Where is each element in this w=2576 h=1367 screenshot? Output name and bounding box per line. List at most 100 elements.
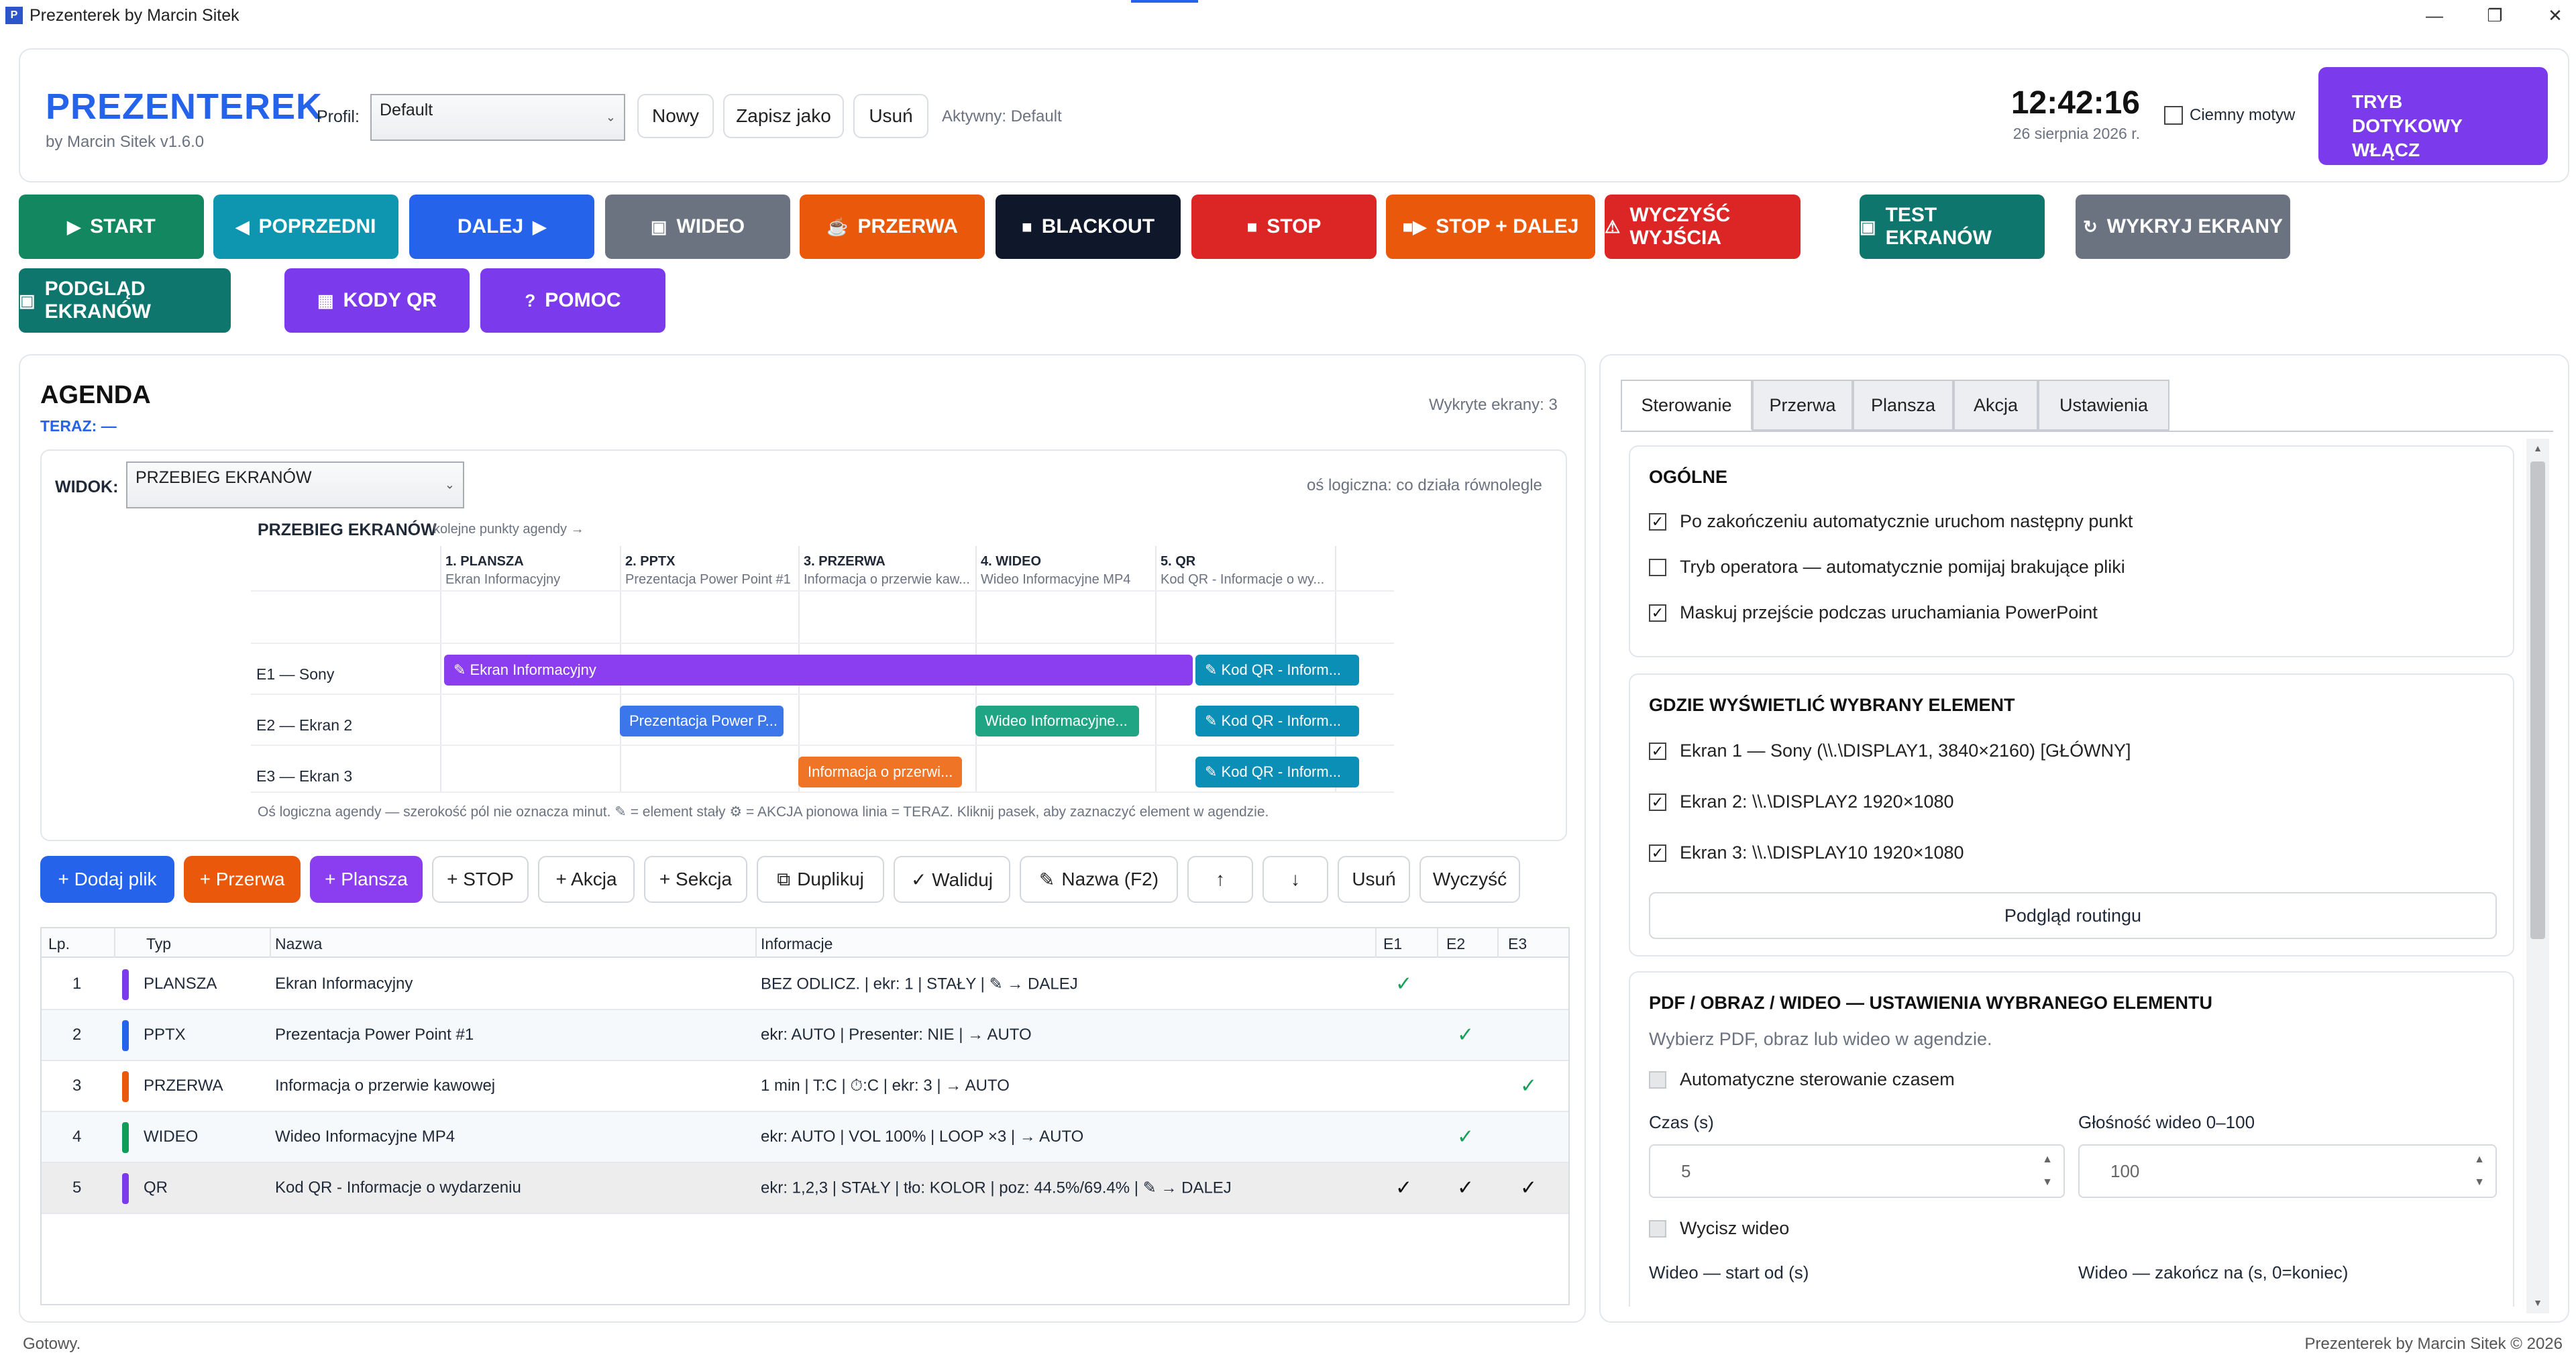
stop-button[interactable]: ■ STOP <box>1191 195 1377 259</box>
table-row[interactable]: 3 PRZERWA Informacja o przerwie kawowej 1 m… <box>42 1061 1568 1112</box>
option-operator-mode-checkbox[interactable] <box>1649 558 1666 576</box>
media-hint: Wybierz PDF, obraz lub wideo w agendzie. <box>1649 1029 1992 1049</box>
video-button[interactable]: ▣ WIDEO <box>605 195 790 259</box>
screen-3-option[interactable]: ✓ Ekran 3: \\.\DISPLAY10 1920×1080 <box>1649 842 1964 863</box>
add-stop-button[interactable]: + STOP <box>432 856 529 903</box>
stop-next-icon: ■▶ <box>1402 216 1427 237</box>
profile-select[interactable]: Default ⌄ <box>370 94 625 141</box>
timeline-bar-e2-qr[interactable]: ✎ Kod QR - Inform... <box>1195 706 1359 736</box>
warning-icon: ⚠ <box>1605 216 1621 237</box>
auto-time-checkbox[interactable] <box>1649 1071 1666 1089</box>
screen-2-checkbox[interactable]: ✓ <box>1649 793 1666 811</box>
stepper-up-icon[interactable]: ▲ <box>2042 1150 2053 1170</box>
stepper-down-icon[interactable]: ▼ <box>2474 1172 2485 1193</box>
start-button[interactable]: ▶ START <box>19 195 204 259</box>
clear-outputs-button[interactable]: ⚠ WYCZYŚĆ WYJŚCIA <box>1605 195 1801 259</box>
time-input[interactable]: 5 ▲ ▼ <box>1649 1144 2065 1198</box>
validate-button[interactable]: ✓ Waliduj <box>894 856 1010 903</box>
detect-screens-button[interactable]: ↻ WYKRYJ EKRANY <box>2076 195 2290 259</box>
scroll-down-icon[interactable]: ▼ <box>2526 1297 2549 1311</box>
screens-preview-button[interactable]: ▣ PODGLĄD EKRANÓW <box>19 268 231 333</box>
copy-icon: ⧉ <box>777 868 791 889</box>
duplicate-button[interactable]: ⧉ Duplikuj <box>757 856 884 903</box>
add-break-button[interactable]: + Przerwa <box>184 856 301 903</box>
break-button[interactable]: ☕ PRZERWA <box>800 195 985 259</box>
test-screens-button[interactable]: ▣ TEST EKRANÓW <box>1860 195 2045 259</box>
table-row[interactable]: 1 PLANSZA Ekran Informacyjny BEZ ODLICZ. | … <box>42 959 1568 1010</box>
back-icon: ◀ <box>235 216 250 237</box>
add-action-button[interactable]: + Akcja <box>538 856 635 903</box>
new-profile-button[interactable]: Nowy <box>637 94 714 138</box>
previous-button[interactable]: ◀ POPRZEDNI <box>213 195 398 259</box>
tab-przerwa[interactable]: Przerwa <box>1752 380 1853 431</box>
add-board-button[interactable]: + Plansza <box>310 856 423 903</box>
option-mask-transition[interactable]: ✓ Maskuj przejście podczas uruchamiania … <box>1649 602 2098 623</box>
stop-next-button[interactable]: ■▶ STOP + DALEJ <box>1386 195 1595 259</box>
table-row[interactable]: 2 PPTX Prezentacja Power Point #1 ekr: AUTO… <box>42 1010 1568 1061</box>
option-auto-next-checkbox[interactable]: ✓ <box>1649 512 1666 531</box>
clear-button[interactable]: Wyczyść <box>1419 856 1520 903</box>
tab-bar: Sterowanie Przerwa Plansza Akcja Ustawie… <box>1621 380 2553 432</box>
qr-codes-button[interactable]: ▦ KODY QR <box>284 268 470 333</box>
option-operator-mode[interactable]: Tryb operatora — automatycznie pomijaj b… <box>1649 557 2125 578</box>
timeline-bar-e3-break[interactable]: Informacja o przerwi... <box>798 757 962 787</box>
stepper-up-icon[interactable]: ▲ <box>2474 1150 2485 1170</box>
col-header-e1: E1 <box>1383 935 1403 952</box>
tab-ustawienia[interactable]: Ustawienia <box>2038 380 2169 431</box>
mute-checkbox[interactable] <box>1649 1219 1666 1238</box>
option-auto-next[interactable]: ✓ Po zakończeniu automatycznie uruchom n… <box>1649 511 2133 532</box>
tab-akcja[interactable]: Akcja <box>1953 380 2038 431</box>
stepper-down-icon[interactable]: ▼ <box>2042 1172 2053 1193</box>
square-icon: ■ <box>1021 216 1032 237</box>
scrollbar-thumb[interactable] <box>2530 461 2545 939</box>
screen-3-checkbox[interactable]: ✓ <box>1649 844 1666 862</box>
delete-profile-button[interactable]: Usuń <box>853 94 928 138</box>
screen-2-option[interactable]: ✓ Ekran 2: \\.\DISPLAY2 1920×1080 <box>1649 791 1954 812</box>
timeline-title: PRZEBIEG EKRANÓW <box>258 521 437 539</box>
timeline-bar-e1-plansza[interactable]: ✎ Ekran Informacyjny <box>444 655 1193 686</box>
control-panel: Sterowanie Przerwa Plansza Akcja Ustawie… <box>1599 354 2569 1323</box>
timeline-bar-e2-pptx[interactable]: Prezentacja Power P... <box>620 706 784 736</box>
mute-option[interactable]: Wycisz wideo <box>1649 1218 1789 1239</box>
blackout-label: BLACKOUT <box>1041 215 1155 237</box>
add-section-button[interactable]: + Sekcja <box>644 856 747 903</box>
touch-mode-button[interactable]: TRYB DOTYKOWY WŁĄCZ <box>2318 67 2548 165</box>
time-input-value: 5 <box>1681 1160 1691 1181</box>
table-row[interactable]: 4 WIDEO Wideo Informacyjne MP4 ekr: AUTO | … <box>42 1112 1568 1163</box>
timeline-row-line <box>251 590 1394 592</box>
break-label: PRZERWA <box>857 215 958 237</box>
scrollbar[interactable]: ▲ ▼ <box>2526 439 2549 1313</box>
blackout-button[interactable]: ■ BLACKOUT <box>996 195 1181 259</box>
add-file-button[interactable]: + Dodaj plik <box>40 856 174 903</box>
dark-theme-toggle[interactable]: Ciemny motyw <box>2164 106 2295 125</box>
tab-sterowanie[interactable]: Sterowanie <box>1621 380 1752 431</box>
scroll-up-icon[interactable]: ▲ <box>2526 443 2549 456</box>
routing-preview-button[interactable]: Podgląd routingu <box>1649 892 2497 939</box>
volume-label: Głośność wideo 0–100 <box>2078 1112 2255 1132</box>
screen-1-checkbox[interactable]: ✓ <box>1649 742 1666 760</box>
close-icon[interactable]: ✕ <box>2525 0 2576 31</box>
timeline-bar-e3-qr[interactable]: ✎ Kod QR - Inform... <box>1195 757 1359 787</box>
row-label-e1: E1 — Sony <box>256 665 335 683</box>
view-label: WIDOK: <box>55 478 119 496</box>
screen-1-option[interactable]: ✓ Ekran 1 — Sony (\\.\DISPLAY1, 3840×216… <box>1649 741 2131 761</box>
timeline-bar-e2-video[interactable]: Wideo Informacyjne... <box>975 706 1139 736</box>
timeline-bar-e1-qr[interactable]: ✎ Kod QR - Inform... <box>1195 655 1359 686</box>
move-up-button[interactable]: ↑ <box>1187 856 1253 903</box>
help-button[interactable]: ? POMOC <box>480 268 665 333</box>
auto-time-option[interactable]: Automatyczne sterowanie czasem <box>1649 1069 1955 1090</box>
dark-theme-checkbox[interactable] <box>2164 106 2183 125</box>
table-row[interactable]: 5 QR Kod QR - Informacje o wydarzeniu ekr: … <box>42 1163 1568 1214</box>
maximize-icon[interactable]: ❐ <box>2465 0 2525 31</box>
save-as-button[interactable]: Zapisz jako <box>723 94 844 138</box>
volume-input[interactable]: 100 ▲ ▼ <box>2078 1144 2497 1198</box>
type-color-bar <box>122 1020 129 1051</box>
remove-button[interactable]: Usuń <box>1338 856 1410 903</box>
tab-plansza[interactable]: Plansza <box>1853 380 1953 431</box>
view-select[interactable]: PRZEBIEG EKRANÓW ⌄ <box>126 461 464 508</box>
move-down-button[interactable]: ↓ <box>1263 856 1328 903</box>
rename-button[interactable]: ✎ Nazwa (F2) <box>1020 856 1178 903</box>
minimize-icon[interactable]: — <box>2404 0 2465 31</box>
next-button[interactable]: DALEJ ▶ <box>409 195 594 259</box>
option-mask-transition-checkbox[interactable]: ✓ <box>1649 604 1666 622</box>
